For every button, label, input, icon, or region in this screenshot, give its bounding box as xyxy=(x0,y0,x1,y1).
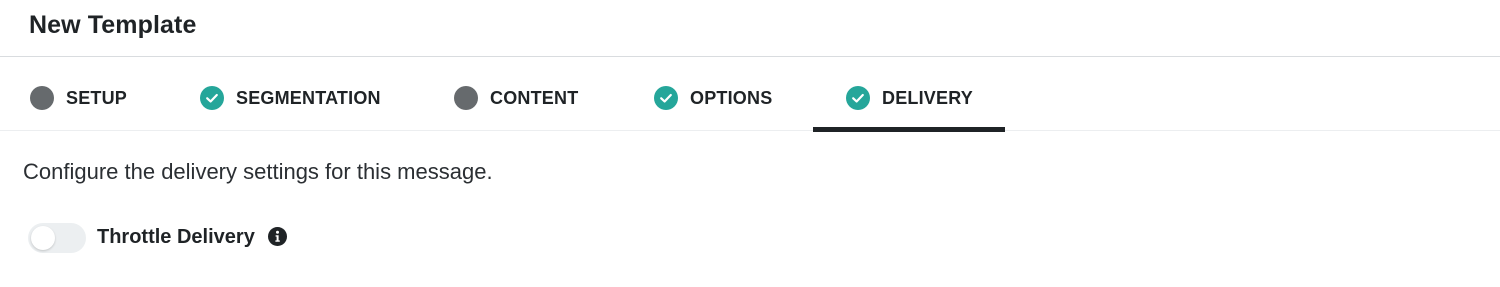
section-description: Configure the delivery settings for this… xyxy=(23,159,493,184)
toggle-knob xyxy=(31,226,55,250)
tab-delivery[interactable]: DELIVERY xyxy=(813,57,1005,132)
page-header: New Template xyxy=(0,0,1500,57)
tab-segmentation[interactable]: SEGMENTATION xyxy=(199,57,389,131)
tab-label: SETUP xyxy=(66,88,128,108)
throttle-delivery-toggle[interactable] xyxy=(28,223,86,253)
tab-setup[interactable]: SETUP xyxy=(29,57,139,131)
tab-label: CONTENT xyxy=(490,88,579,108)
checkmark-circle-icon xyxy=(846,86,870,110)
checkmark-circle-icon xyxy=(200,86,224,110)
checkmark-circle-icon xyxy=(654,86,678,110)
tab-label: DELIVERY xyxy=(882,88,973,108)
tab-label: OPTIONS xyxy=(690,88,773,108)
tab-options[interactable]: OPTIONS xyxy=(653,57,783,131)
pending-dot-icon xyxy=(30,86,54,110)
pending-dot-icon xyxy=(454,86,478,110)
step-tabs: SETUP SEGMENTATION CONTENT OPTIONS DELIV… xyxy=(0,57,1500,132)
tab-label: SEGMENTATION xyxy=(236,88,381,108)
active-tab-indicator xyxy=(813,127,1005,132)
tab-content[interactable]: CONTENT xyxy=(453,57,588,131)
info-icon[interactable] xyxy=(268,227,287,246)
throttle-delivery-label: Throttle Delivery xyxy=(97,226,255,248)
page-title: New Template xyxy=(29,11,197,39)
